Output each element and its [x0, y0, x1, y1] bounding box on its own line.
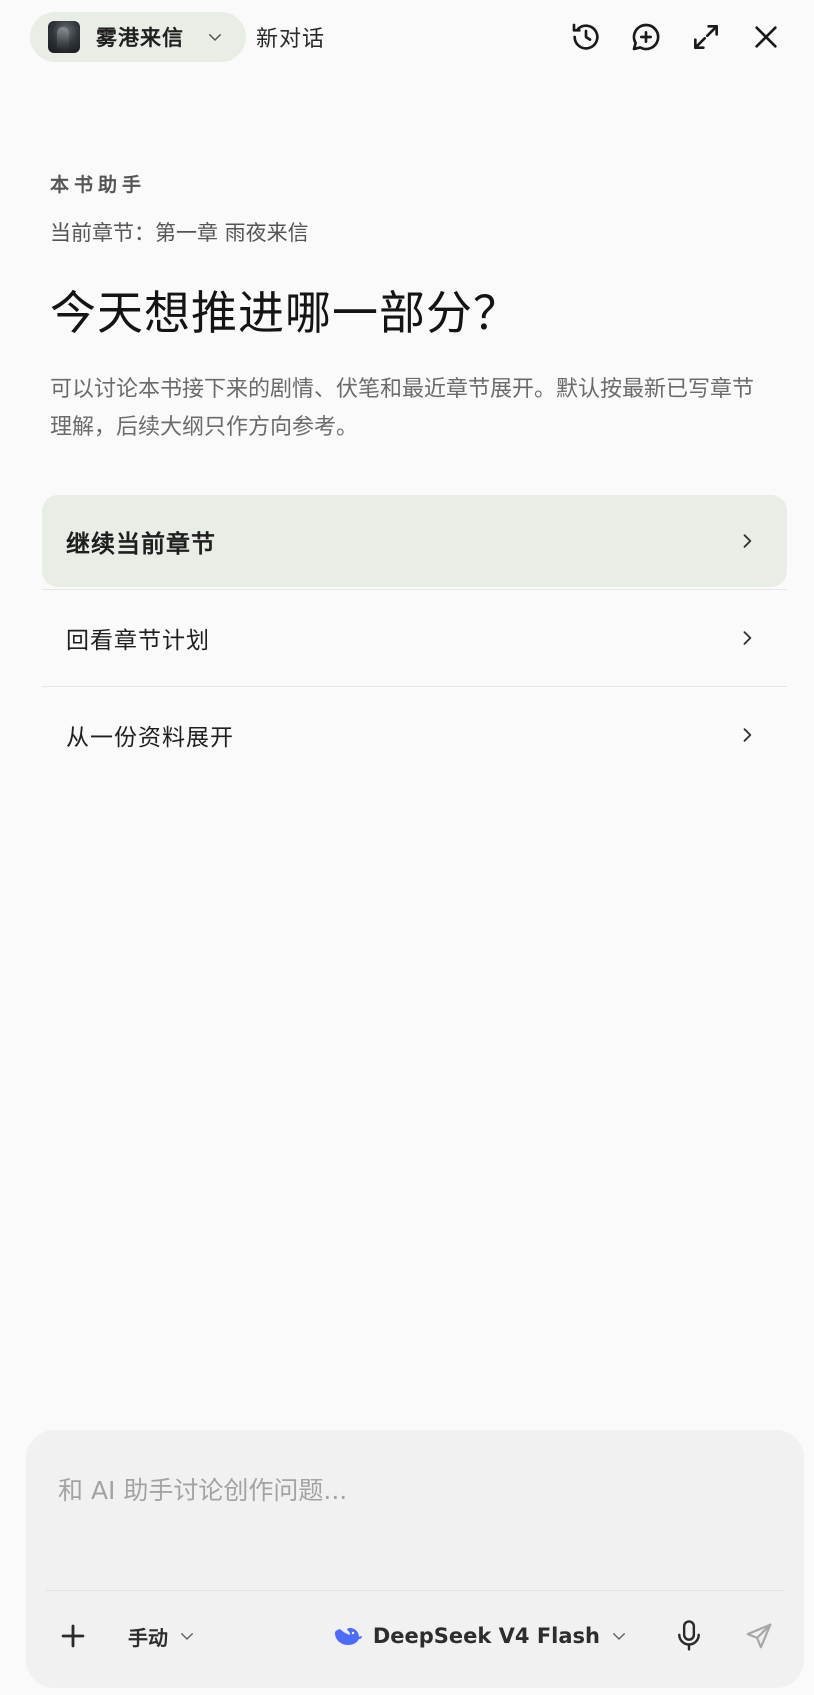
send-icon[interactable] [744, 1621, 774, 1651]
mode-label: 手动 [128, 1625, 168, 1650]
header: 雾港来信 新对话 [30, 12, 784, 62]
new-chat-title: 新对话 [256, 27, 326, 52]
option-label: 从一份资料展开 [66, 725, 234, 751]
model-dropdown[interactable]: DeepSeek V4 Flash [333, 1624, 628, 1648]
page-title: 今天想推进哪一部分？ [50, 286, 520, 340]
intro-section: 本书助手 当前章节：第一章 雨夜来信 今天想推进哪一部分？ 可以讨论本书接下来的… [50, 170, 764, 447]
option-review-plan[interactable]: 回看章节计划 [42, 592, 787, 684]
assistant-panel: 雾港来信 新对话 本书助手 当前章节：第一章 雨夜来信 今天想推进哪一部分？ 可… [0, 0, 814, 1695]
chevron-down-icon [209, 34, 221, 41]
microphone-icon[interactable] [674, 1619, 704, 1653]
option-label: 继续当前章节 [66, 529, 216, 558]
composer-toolbar: 手动 DeepSeek V4 Flash [56, 1598, 774, 1674]
option-from-material[interactable]: 从一份资料展开 [42, 689, 787, 781]
header-actions [568, 19, 784, 55]
close-icon [755, 26, 777, 48]
add-attachment-icon[interactable] [56, 1619, 90, 1653]
history-button[interactable] [568, 19, 604, 55]
book-selector[interactable]: 雾港来信 [30, 12, 246, 62]
book-cover-icon [48, 21, 80, 53]
divider [46, 1590, 784, 1591]
chevron-right-icon [743, 728, 752, 742]
option-continue-chapter[interactable]: 继续当前章节 [42, 495, 787, 587]
mode-dropdown[interactable]: 手动 [128, 1622, 196, 1651]
model-label: DeepSeek V4 Flash [372, 1624, 600, 1648]
close-button[interactable] [748, 19, 784, 55]
divider [42, 686, 787, 687]
expand-icon [694, 25, 718, 49]
new-chat-icon [632, 23, 660, 51]
current-chapter: 当前章节：第一章 雨夜来信 [50, 221, 309, 245]
composer: 手动 DeepSeek V4 Flash [26, 1430, 804, 1688]
chevron-down-icon [181, 1633, 193, 1640]
chevron-down-icon [613, 1633, 625, 1640]
chevron-right-icon [743, 631, 752, 645]
expand-button[interactable] [688, 19, 724, 55]
deepseek-whale-icon [334, 1628, 362, 1645]
option-label: 回看章节计划 [66, 628, 210, 654]
history-icon [572, 23, 599, 50]
intro-description: 可以讨论本书接下来的剧情、伏笔和最近章节展开。默认按最新已写章节理解，后续大纲只… [50, 377, 755, 440]
message-input[interactable] [58, 1460, 758, 1520]
assistant-label: 本书助手 [50, 174, 147, 196]
suggestion-list: 继续当前章节 回看章节计划 从一份资料展开 [42, 495, 787, 781]
book-title: 雾港来信 [96, 26, 184, 50]
divider [42, 589, 787, 590]
new-chat-button[interactable] [628, 19, 664, 55]
chevron-right-icon [743, 534, 752, 548]
